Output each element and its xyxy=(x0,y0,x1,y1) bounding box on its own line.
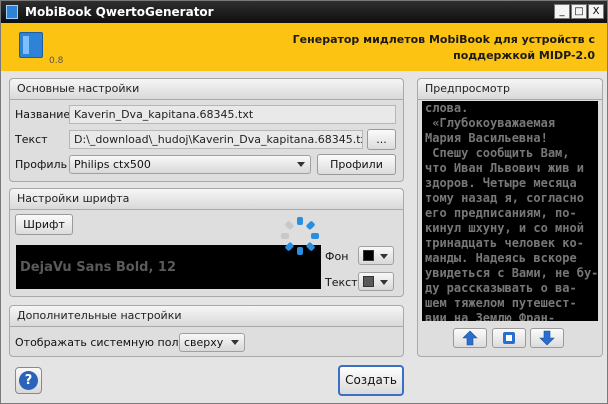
preview-line: тому назад я, согласно xyxy=(425,191,584,205)
arrow-up-icon xyxy=(462,330,478,346)
scroll-down-button[interactable] xyxy=(530,328,564,348)
stop-button[interactable] xyxy=(492,328,526,348)
chevron-down-icon xyxy=(231,340,239,345)
profiles-button[interactable]: Профили xyxy=(317,154,396,175)
profile-select[interactable]: Philips ctx500 xyxy=(69,155,311,174)
preview-line: тринадцать человек ко- xyxy=(425,236,584,250)
statusbar-position-value: сверху xyxy=(184,336,224,349)
chevron-down-icon xyxy=(297,162,305,167)
help-icon: ? xyxy=(19,371,38,390)
name-field[interactable]: Kaverin_Dva_kapitana.68345.txt xyxy=(69,105,396,124)
preview-title: Предпросмотр xyxy=(418,79,602,100)
app-icon xyxy=(6,5,18,19)
preview-line: его предписаниям, по- xyxy=(425,206,577,220)
bg-color-swatch xyxy=(363,250,374,261)
profile-label: Профиль xyxy=(15,158,68,171)
close-button[interactable]: X xyxy=(588,4,604,19)
statusbar-position-select[interactable]: сверху xyxy=(179,333,245,352)
preview-line: манды. Надеясь вскоре xyxy=(425,251,577,265)
preview-line: увидеться с Вами, не бу- xyxy=(425,266,598,280)
app-header: 0.8 Генератор мидлетов MobiBook для устр… xyxy=(1,23,607,71)
preview-line: вии на Землю Фран- xyxy=(425,311,556,321)
maximize-button[interactable]: □ xyxy=(571,4,587,19)
main-settings-title: Основные настройки xyxy=(10,79,403,100)
preview-line: кинул шхуну, и со мной xyxy=(425,221,584,235)
statusbar-label: Отображать системную полосу xyxy=(15,336,198,349)
preview-line: Мария Васильевна! xyxy=(425,131,548,145)
arrow-down-icon xyxy=(539,330,555,346)
text-color-swatch xyxy=(363,276,374,287)
loading-spinner-icon xyxy=(281,217,319,255)
text-color-label: Текст xyxy=(325,276,358,289)
preview-line: «Глубокоуважаемая xyxy=(425,116,556,130)
preview-line: что Иван Львович жив и xyxy=(425,161,584,175)
chevron-down-icon xyxy=(380,280,388,285)
text-color-picker[interactable] xyxy=(358,272,394,291)
scroll-up-button[interactable] xyxy=(453,328,487,348)
preview-line: Спешу сообщить Вам, xyxy=(425,146,570,160)
browse-button[interactable]: ... xyxy=(367,129,396,150)
help-button[interactable]: ? xyxy=(15,367,42,394)
extra-settings-title: Дополнительные настройки xyxy=(10,306,403,327)
preview-screen: слова. «Глубокоуважаемая Мария Васильевна… xyxy=(422,101,598,321)
app-window: MobiBook QwertoGenerator _ □ X 0.8 Генер… xyxy=(0,0,608,404)
app-tagline: Генератор мидлетов MobiBook для устройст… xyxy=(292,33,595,62)
font-sample-text: DejaVu Sans Bold, 12 xyxy=(20,260,177,275)
preview-line: слова. xyxy=(425,101,469,115)
bg-color-label: Фон xyxy=(325,250,349,263)
profile-select-value: Philips ctx500 xyxy=(74,158,151,171)
minimize-button[interactable]: _ xyxy=(554,4,570,19)
stop-icon xyxy=(503,332,515,344)
text-label: Текст xyxy=(15,133,48,146)
version-label: 0.8 xyxy=(49,56,64,66)
font-button[interactable]: Шрифт xyxy=(15,214,73,235)
title-bar: MobiBook QwertoGenerator _ □ X xyxy=(1,1,607,23)
preview-line: здоров. Четыре месяца xyxy=(425,176,577,190)
preview-line: ду рассказывать о ва- xyxy=(425,281,577,295)
name-label: Название xyxy=(15,108,71,121)
font-sample-preview: DejaVu Sans Bold, 12 xyxy=(16,245,321,289)
text-path-field[interactable]: D:\_download\_hudoj\Kaverin_Dva_kapitana… xyxy=(69,130,363,149)
font-settings-title: Настройки шрифта xyxy=(10,189,403,210)
create-button[interactable]: Создать xyxy=(338,365,404,396)
window-title: MobiBook QwertoGenerator xyxy=(25,5,214,19)
bg-color-picker[interactable] xyxy=(358,246,394,265)
chevron-down-icon xyxy=(380,254,388,259)
book-logo-icon xyxy=(19,32,43,58)
preview-line: шем тяжелом путешест- xyxy=(425,296,577,310)
